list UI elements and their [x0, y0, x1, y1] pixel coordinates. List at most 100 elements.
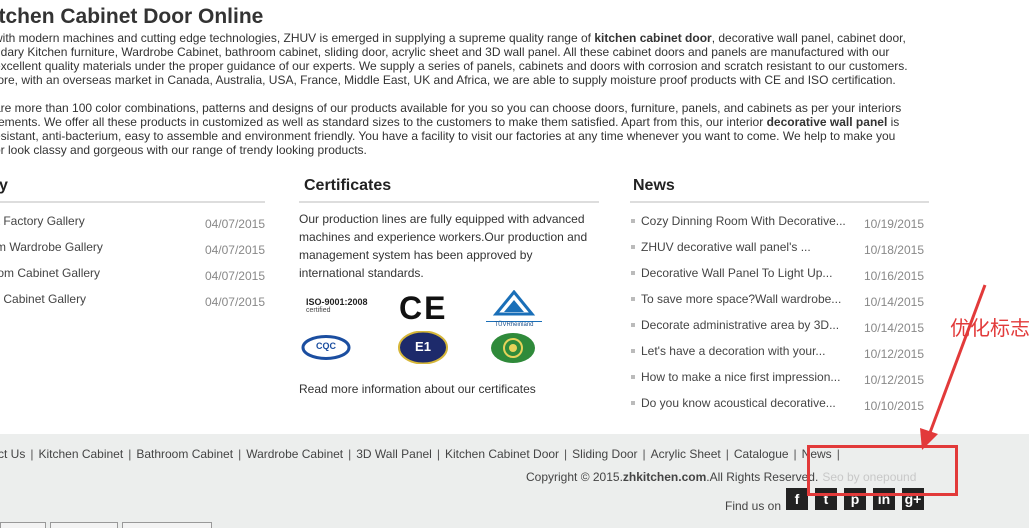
- footer-nav: tact Us | Kitchen Cabinet | Bathroom Cabinet…: [0, 447, 845, 461]
- footer-nav-link[interactable]: Kitchen Cabinet Door: [445, 447, 559, 461]
- e1-logo: E1: [398, 330, 448, 365]
- gallery-item-title[interactable]: hroom Cabinet Gallery: [0, 266, 100, 280]
- news-item-title[interactable]: To save more space?Wall wardrobe...: [641, 292, 841, 306]
- footer-nav-link[interactable]: Acrylic Sheet: [651, 447, 721, 461]
- paragraph-text: esistant, anti-bacterium, easy to assemb…: [0, 129, 896, 143]
- news-item[interactable]: Decorative Wall Panel To Light Up... 10/1…: [630, 266, 926, 292]
- news-heading: News: [630, 177, 929, 203]
- gallery-item[interactable]: hroom Cabinet Gallery 04/07/2015: [0, 266, 265, 292]
- gallery-item[interactable]: hen Cabinet Gallery 04/07/2015: [0, 292, 265, 318]
- footer-nav-link[interactable]: Bathroom Cabinet: [136, 447, 233, 461]
- bottom-tab-strip: [0, 522, 1029, 528]
- news-item[interactable]: Cozy Dinning Room With Decorative... 10/1…: [630, 214, 926, 240]
- certificates-text-line: machines and experience workers.Our prod…: [299, 230, 588, 244]
- footer-nav-separator: |: [348, 447, 352, 461]
- keyword-link[interactable]: kitchen cabinet door: [594, 31, 711, 45]
- gallery-item-title[interactable]: stom Wardrobe Gallery: [0, 240, 103, 254]
- bullet-icon: [631, 219, 635, 223]
- footer-nav-separator: |: [793, 447, 797, 461]
- certificates-text-line: Our production lines are fully equipped …: [299, 212, 585, 226]
- gallery-item-title[interactable]: hua Factory Gallery: [0, 214, 85, 228]
- paragraph-text: are more than 100 color combinations, pa…: [0, 101, 902, 115]
- footer-nav-link[interactable]: tact Us: [0, 447, 25, 461]
- bullet-icon: [631, 271, 635, 275]
- paragraph-line: ndary Kitchen furniture, Wardrobe Cabine…: [0, 45, 934, 59]
- footer-nav-separator: |: [238, 447, 242, 461]
- tuv-logo: TÜVRheinland: [486, 289, 542, 328]
- bottom-tab[interactable]: [122, 522, 212, 528]
- paragraph-line: with modern machines and cutting edge te…: [0, 31, 934, 45]
- certificates-heading: Certificates: [299, 177, 599, 203]
- bottom-tab[interactable]: [0, 522, 46, 528]
- intro-paragraph-2: are more than 100 color combinations, pa…: [0, 101, 934, 157]
- footer-nav-link[interactable]: Kitchen Cabinet: [38, 447, 123, 461]
- iso-logo: ISO-9001:2008 certified: [306, 297, 368, 314]
- gallery-item-date: 04/07/2015: [204, 295, 265, 309]
- news-item[interactable]: How to make a nice first impression... 10…: [630, 370, 926, 396]
- gallery-item[interactable]: hua Factory Gallery 04/07/2015: [0, 214, 265, 240]
- paragraph-text: excellent quality materials under the pr…: [0, 59, 908, 73]
- footer-nav-separator: |: [725, 447, 729, 461]
- gallery-item-date: 04/07/2015: [204, 217, 265, 231]
- bullet-icon: [631, 297, 635, 301]
- certificates-read-more: Read more information about our certific…: [299, 382, 536, 396]
- annotation-box: [807, 445, 958, 496]
- footer-nav-separator: |: [436, 447, 440, 461]
- news-item[interactable]: To save more space?Wall wardrobe... 10/14…: [630, 292, 926, 318]
- news-item[interactable]: ZHUV decorative wall panel's ... 10/18/20…: [630, 240, 926, 266]
- news-item[interactable]: Decorate administrative area by 3D... 10/…: [630, 318, 926, 344]
- footer-nav-separator: |: [642, 447, 646, 461]
- footer-nav-separator: |: [128, 447, 132, 461]
- paragraph-line: fore, with an overseas market in Canada,…: [0, 73, 934, 87]
- paragraph-line: excellent quality materials under the pr…: [0, 59, 934, 73]
- gallery-item[interactable]: stom Wardrobe Gallery 04/07/2015: [0, 240, 265, 266]
- footer-nav-link[interactable]: Sliding Door: [572, 447, 637, 461]
- paragraph-text: or look classy and gorgeous with our ran…: [0, 143, 367, 157]
- footer-nav-link[interactable]: 3D Wall Panel: [356, 447, 432, 461]
- bullet-icon: [631, 349, 635, 353]
- news-item-title[interactable]: How to make a nice first impression...: [641, 370, 840, 384]
- paragraph-line: are more than 100 color combinations, pa…: [0, 101, 934, 115]
- footer-nav-link[interactable]: Wardrobe Cabinet: [246, 447, 343, 461]
- news-item-date: 10/19/2015: [863, 217, 924, 231]
- news-item[interactable]: Let's have a decoration with your... 10/1…: [630, 344, 926, 370]
- bullet-icon: [631, 245, 635, 249]
- bottom-tab[interactable]: [50, 522, 118, 528]
- paragraph-text: ndary Kitchen furniture, Wardrobe Cabine…: [0, 45, 890, 59]
- cqc-logo: CQC: [301, 335, 351, 360]
- page-title: y Kitchen Cabinet Door Online: [0, 5, 264, 28]
- news-item-title[interactable]: Decorative Wall Panel To Light Up...: [641, 266, 832, 280]
- news-item[interactable]: Do you know acoustical decorative... 10/1…: [630, 396, 926, 422]
- footer-nav-separator: |: [564, 447, 568, 461]
- paragraph-line: rements. We offer all these products in …: [0, 115, 934, 129]
- annotation-text: 优化标志: [950, 316, 1029, 340]
- paragraph-text: with modern machines and cutting edge te…: [0, 31, 595, 45]
- news-item-title[interactable]: Let's have a decoration with your...: [641, 344, 825, 358]
- news-item-title[interactable]: Do you know acoustical decorative...: [641, 396, 836, 410]
- paragraph-line: or look classy and gorgeous with our ran…: [0, 143, 934, 157]
- keyword-link[interactable]: decorative wall panel: [767, 115, 888, 129]
- paragraph-text: fore, with an overseas market in Canada,…: [0, 73, 896, 87]
- certificates-link[interactable]: certificates: [478, 382, 535, 396]
- environmental-logo: [490, 332, 536, 364]
- news-item-title[interactable]: ZHUV decorative wall panel's ...: [641, 240, 811, 254]
- gallery-item-date: 04/07/2015: [204, 269, 265, 283]
- ce-logo: CE: [399, 290, 448, 326]
- certificates-text: Our production lines are fully equipped …: [299, 210, 599, 282]
- gallery-item-title[interactable]: hen Cabinet Gallery: [0, 292, 86, 306]
- paragraph-line: esistant, anti-bacterium, easy to assemb…: [0, 129, 934, 143]
- intro-paragraph-1: with modern machines and cutting edge te…: [0, 31, 934, 87]
- certificates-text-line: international standards.: [299, 266, 424, 280]
- find-us-label: Find us on: [725, 499, 782, 513]
- news-item-title[interactable]: Decorate administrative area by 3D...: [641, 318, 839, 332]
- tuv-triangle-icon: [492, 289, 536, 316]
- footer-nav-link[interactable]: Catalogue: [734, 447, 789, 461]
- paragraph-text: rements. We offer all these products in …: [0, 115, 767, 129]
- facebook-icon[interactable]: f: [786, 488, 808, 510]
- paragraph-text: is: [887, 115, 900, 129]
- news-item-title[interactable]: Cozy Dinning Room With Decorative...: [641, 214, 846, 228]
- gallery-item-date: 04/07/2015: [204, 243, 265, 257]
- bullet-icon: [631, 375, 635, 379]
- footer-nav-separator: |: [30, 447, 34, 461]
- bullet-icon: [631, 323, 635, 327]
